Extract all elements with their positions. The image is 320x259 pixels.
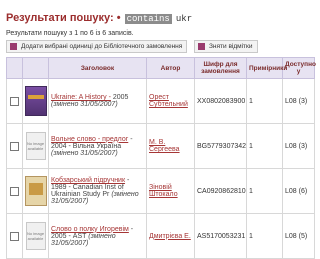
row-checkbox[interactable] [10,141,19,151]
table-row: Ukraine: A History - 2005 (змінено 31/05… [6,78,315,124]
book-cover-image[interactable] [25,176,47,206]
call-number: BG5779307342 [194,123,247,169]
action-bar: Додати вибрані одиниці до Бібліотечного … [6,40,314,53]
location: L08 (3) [282,78,315,124]
header-copies[interactable]: Примірники [246,57,287,79]
call-number: XX0802083900 [194,78,247,124]
book-cover-image[interactable] [25,86,47,116]
header-title[interactable]: Заголовок [48,57,147,79]
title-link[interactable]: Слово о полку Игоревім [51,226,129,233]
title-link[interactable]: Кобзарський підручник [51,177,125,184]
location: L08 (6) [282,168,315,214]
copies-count: 1 [246,168,283,214]
row-checkbox[interactable] [10,186,19,196]
call-number: AS5170053231 [194,213,247,259]
clear-icon [198,43,205,50]
table-row: No image available Слово о полку Игореві… [6,213,315,259]
location: L08 (5) [282,213,315,259]
header-cover [22,57,49,79]
copies-count: 1 [246,78,283,124]
clear-selection-button[interactable]: Зняти відмітки [194,40,258,53]
page-title-text: Результати пошуку: [6,12,114,24]
edited-date: (змінено 31/05/2007) [51,101,118,108]
add-to-order-label: Додати вибрані одиниці до Бібліотечного … [21,43,183,50]
query-term: ukr [175,14,193,24]
results-summary: Результати пошуку з 1 по 6 із 6 записів. [6,30,134,37]
call-number: CA0920862810 [194,168,247,214]
edited-date: (змінено 31/05/2007) [51,149,118,157]
no-image-placeholder: No image available [25,132,46,160]
header-author[interactable]: Автор [146,57,195,79]
copies-count: 1 [246,213,283,259]
author-link[interactable]: М. В. Сергеева [149,139,180,153]
row-checkbox[interactable] [10,231,19,241]
page-title: Результати пошуку: • contains ukr [6,12,192,24]
header-availability[interactable]: Доступно у [282,57,316,79]
table-row: No image available Вольне слово - предло… [6,123,315,169]
header-select [6,57,23,79]
title-link[interactable]: Ukraine: A History - [51,94,111,101]
row-checkbox[interactable] [10,96,19,106]
header-code[interactable]: Шифр для замовлення [194,57,247,79]
table-row: Кобзарський підручник - 1989 - Canadian … [6,168,315,214]
location: L08 (3) [282,123,315,169]
no-image-placeholder: No image available [25,222,46,250]
copies-count: 1 [246,123,283,169]
title-details: 2005 [110,94,129,101]
add-to-order-button[interactable]: Додати вибрані одиниці до Бібліотечного … [6,40,188,53]
results-table: Заголовок Автор Шифр для замовлення Прим… [6,57,316,259]
query-operator: contains [124,14,172,24]
author-link[interactable]: Орест Субтельний [149,94,188,108]
clear-selection-label: Зняти відмітки [209,43,253,50]
title-link[interactable]: Вольне слово - предлог [51,136,128,143]
table-header-row: Заголовок Автор Шифр для замовлення Прим… [6,57,316,79]
mode-bullet: • [116,12,121,24]
author-link[interactable]: Дмитрієва Е. [149,233,191,240]
add-icon [10,43,17,50]
author-link[interactable]: Зіновій Штокало [149,184,178,198]
